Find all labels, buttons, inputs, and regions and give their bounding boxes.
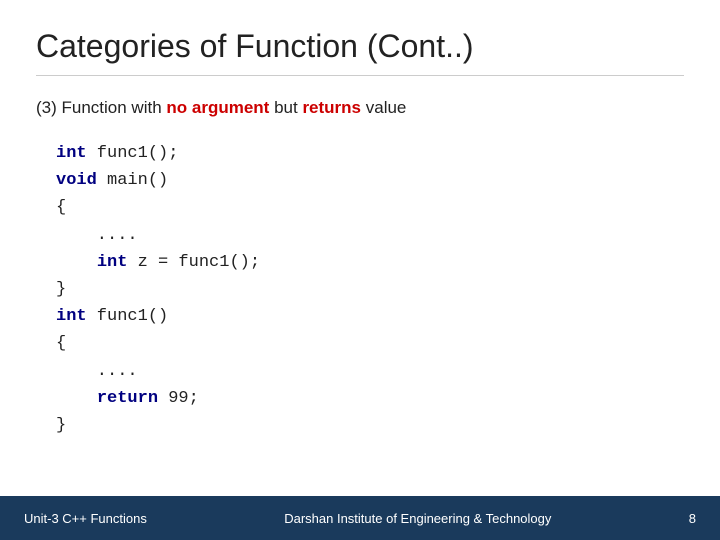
code-line-5: int z = func1();	[56, 249, 684, 276]
code-text-10: 99;	[158, 389, 199, 408]
code-text-2: main()	[97, 171, 168, 190]
code-line-7: int func1()	[56, 303, 684, 330]
keyword-return: return	[97, 389, 158, 408]
code-line-1: int func1();	[56, 140, 684, 167]
title-divider	[36, 75, 684, 76]
code-text-1: func1();	[87, 144, 179, 163]
subtitle-prefix: (3) Function with	[36, 98, 166, 117]
code-line-4: ....	[56, 222, 684, 249]
subtitle-highlight1: no argument	[166, 98, 269, 117]
code-block: int func1(); void main() { .... int z = …	[36, 140, 684, 439]
code-line-6: }	[56, 276, 684, 303]
code-line-9: ....	[56, 358, 684, 385]
subtitle: (3) Function with no argument but return…	[36, 98, 684, 118]
keyword-int-2: int	[97, 253, 128, 272]
code-text-6: }	[56, 280, 66, 299]
code-line-3: {	[56, 194, 684, 221]
code-text-5: z = func1();	[127, 253, 260, 272]
footer-right: 8	[689, 511, 696, 526]
subtitle-highlight2: returns	[302, 98, 361, 117]
code-text-11: }	[56, 416, 66, 435]
code-text-7: func1()	[87, 307, 169, 326]
code-line-10: return 99;	[56, 385, 684, 412]
code-text-8: {	[56, 334, 66, 353]
keyword-int-1: int	[56, 144, 87, 163]
code-indent-5	[56, 253, 97, 272]
footer-center: Darshan Institute of Engineering & Techn…	[284, 511, 551, 526]
code-text-9: ....	[56, 362, 138, 381]
subtitle-suffix: value	[361, 98, 406, 117]
slide-container: Categories of Function (Cont..) (3) Func…	[0, 0, 720, 540]
code-indent-10	[56, 389, 97, 408]
subtitle-middle: but	[269, 98, 302, 117]
code-line-8: {	[56, 330, 684, 357]
code-text-3: {	[56, 198, 66, 217]
code-line-2: void main()	[56, 167, 684, 194]
footer-left: Unit-3 C++ Functions	[24, 511, 147, 526]
main-content: Categories of Function (Cont..) (3) Func…	[0, 0, 720, 496]
code-line-11: }	[56, 412, 684, 439]
keyword-int-3: int	[56, 307, 87, 326]
keyword-void: void	[56, 171, 97, 190]
slide-title: Categories of Function (Cont..)	[36, 28, 684, 65]
code-text-4: ....	[56, 226, 138, 245]
footer: Unit-3 C++ Functions Darshan Institute o…	[0, 496, 720, 540]
